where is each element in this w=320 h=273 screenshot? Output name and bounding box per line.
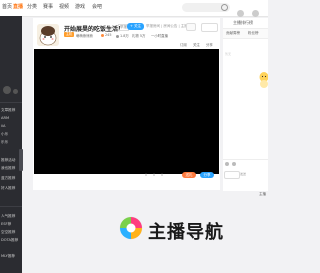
nav-item-home[interactable]: 首页 [2, 3, 12, 10]
chat-send-label: 发送 [240, 172, 247, 176]
logo-icon [119, 216, 143, 240]
search-input[interactable] [182, 3, 230, 12]
message-icon[interactable] [252, 10, 260, 17]
sidebar-item[interactable]: 乐乐 [1, 140, 8, 145]
gift-count: 礼物 5万 [132, 34, 146, 38]
share-button[interactable] [201, 23, 218, 32]
streamer-avatar[interactable] [37, 24, 59, 46]
hot-icon [101, 33, 104, 37]
sidebar-item[interactable]: 人气推荐 [1, 214, 15, 219]
sidebar-menu-icon[interactable] [13, 89, 18, 94]
divider [0, 102, 22, 103]
top-nav: 首页 直播 分类 赛事 视频 游戏 会吧 [0, 0, 268, 36]
nav-item-game[interactable]: 游戏 [75, 3, 85, 10]
room-links[interactable]: 举报房间 | 房间公告 | 主播 [146, 24, 188, 29]
clock-icon[interactable] [186, 23, 196, 31]
rank-title: 主播排行榜 [233, 20, 253, 25]
hot-count: 245 [101, 33, 111, 37]
subscribe-link[interactable]: 订阅 [180, 42, 187, 47]
follow-button[interactable]: + 关注 [127, 23, 144, 30]
star-count[interactable]: 0 [161, 173, 163, 177]
rank-tabs: 贡献周榜 粉丝榜 [223, 29, 268, 39]
live-duration: 一小时直播 [151, 34, 168, 38]
chat-send-button[interactable] [224, 171, 240, 179]
tab-fans[interactable]: 粉丝榜 [248, 31, 259, 36]
sidebar-item[interactable]: DOTA推荐 [1, 238, 18, 243]
nav-item-live[interactable]: 直播 [13, 3, 23, 10]
share-action-button[interactable]: 分享 [200, 172, 214, 178]
sidebar-item[interactable]: 推荐活动 [1, 158, 15, 163]
side-note: 主播 [259, 192, 266, 196]
nav-item-video[interactable]: 视频 [59, 3, 69, 10]
sidebar-item[interactable]: 蓝方推荐 [1, 176, 15, 181]
nav-item-forum[interactable]: 会吧 [92, 3, 102, 10]
fans-count: 1.8万 [116, 33, 129, 38]
sidebar-collapse-handle[interactable] [19, 149, 23, 171]
sidebar-item[interactable]: 文章推荐 [1, 108, 15, 113]
settings-icon[interactable] [232, 162, 236, 166]
search-icon[interactable] [221, 4, 228, 11]
streamer-avatar-image [37, 24, 59, 46]
sidebar-item[interactable]: 好人推荐 [1, 186, 15, 191]
fans-count-value: 1.8万 [120, 34, 129, 38]
chat-area: 发送 [223, 159, 268, 191]
sidebar-item[interactable]: iiA [1, 124, 5, 128]
hot-count-value: 245 [105, 33, 112, 37]
emoji-icon[interactable] [225, 162, 229, 166]
nav-item-events[interactable]: 赛事 [43, 3, 53, 10]
comment-count[interactable]: 0 [153, 173, 155, 177]
category-badge[interactable]: 主机 [64, 32, 74, 37]
divider [0, 206, 22, 207]
sidebar-item[interactable]: ESF荐 [1, 222, 11, 227]
sidebar-avatar[interactable] [3, 86, 11, 94]
tab-weekly[interactable]: 贡献周榜 [226, 31, 240, 36]
mascot-icon [259, 72, 268, 88]
sidebar-item[interactable]: ARM [1, 116, 9, 120]
sidebar-item[interactable]: 小乐 [1, 132, 8, 137]
player-card: 开始展昊的吃饭生活！ 举报 + 关注 举报房间 | 房间公告 | 主播 主机 萌… [33, 18, 220, 190]
video-player[interactable] [34, 49, 219, 174]
sidebar-item[interactable]: 我也推荐 [1, 166, 15, 171]
like-count[interactable]: 0 [145, 173, 147, 177]
empty-label: 暂无 [225, 52, 232, 56]
share-link[interactable]: 分享 [206, 42, 213, 47]
nav-item-category[interactable]: 分类 [27, 3, 37, 10]
streamer-name[interactable]: 萌萌熊熊熊 [76, 33, 93, 38]
sidebar-item[interactable]: 空空推荐 [1, 230, 15, 235]
rank-header: 主播排行榜 [223, 18, 268, 29]
sidebar-item[interactable]: MLY推荐 [1, 254, 15, 259]
fans-icon [116, 34, 119, 38]
watermark-text: 主播导航 [148, 222, 224, 243]
watermark-logo: 主播导航 [118, 215, 238, 245]
rank-panel: 主播排行榜 贡献周榜 粉丝榜 暂无 发送 [223, 18, 268, 191]
follow-link[interactable]: 关注 [193, 42, 200, 47]
sidebar: 文章推荐 ARM iiA 小乐 乐乐 推荐活动 我也推荐 蓝方推荐 好人推荐 人… [0, 16, 23, 273]
gift-button[interactable]: 送礼 [182, 172, 196, 178]
history-icon[interactable] [237, 10, 244, 17]
